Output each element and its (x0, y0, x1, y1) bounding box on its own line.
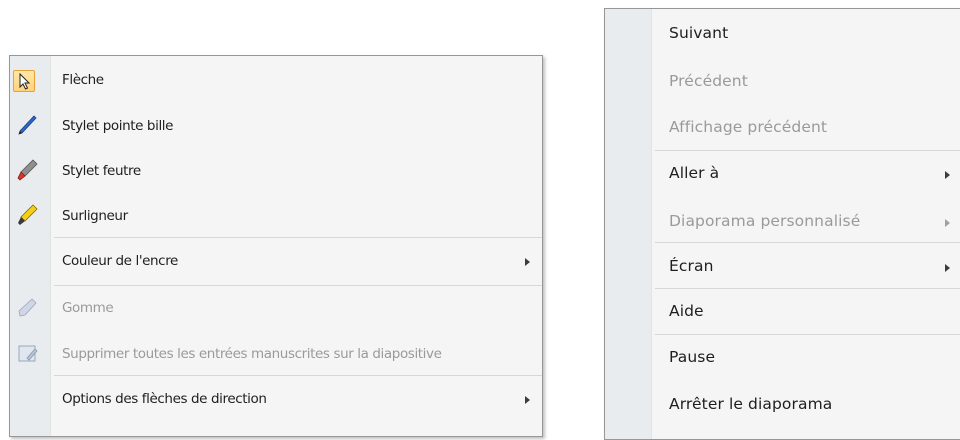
slideshow-context-menu: Suivant Précédent Affichage précédent Al… (604, 8, 960, 440)
submenu-arrow-icon (945, 219, 950, 227)
menu-item-last-viewed[interactable]: Affichage précédent (605, 114, 960, 144)
submenu-arrow-icon (525, 258, 530, 266)
menu-item-ink-color[interactable]: Couleur de l'encre (10, 247, 542, 277)
arrow-pointer-icon (19, 72, 31, 90)
highlighter-icon (18, 204, 38, 225)
menu-item-arrow[interactable]: Flèche (10, 66, 542, 96)
menu-item-label: Pause (669, 348, 716, 366)
menu-item-go-to[interactable]: Aller à (605, 160, 960, 190)
submenu-arrow-icon (945, 171, 950, 179)
menu-item-eraser[interactable]: Gomme (10, 294, 542, 324)
menu-separator (54, 375, 542, 376)
menu-item-label: Arrêter le diaporama (669, 395, 833, 413)
menu-item-label: Supprimer toutes les entrées manuscrites… (62, 346, 442, 362)
menu-item-pause[interactable]: Pause (605, 344, 960, 374)
submenu-arrow-icon (525, 396, 530, 404)
menu-item-label: Écran (669, 257, 714, 275)
menu-item-arrow-options[interactable]: Options des flèches de direction (10, 385, 542, 415)
menu-item-label: Précédent (669, 72, 748, 90)
menu-item-next[interactable]: Suivant (605, 20, 960, 50)
pen-context-menu: Flèche Stylet pointe bille Stylet feutre… (9, 55, 543, 437)
submenu-arrow-icon (945, 264, 950, 272)
menu-item-highlighter[interactable]: Surligneur (10, 202, 542, 232)
menu-item-screen[interactable]: Écran (605, 253, 960, 283)
menu-item-label: Couleur de l'encre (62, 253, 178, 269)
erase-all-ink-icon (18, 345, 38, 362)
menu-item-label: Diaporama personnalisé (669, 212, 861, 230)
menu-item-previous[interactable]: Précédent (605, 68, 960, 98)
menu-separator (655, 288, 960, 289)
menu-item-label: Surligneur (62, 208, 128, 224)
menu-item-label: Gomme (62, 300, 114, 316)
ballpoint-pen-icon (18, 115, 37, 135)
menu-item-label: Options des flèches de direction (62, 391, 267, 407)
felt-tip-pen-icon (17, 159, 38, 181)
menu-item-label: Stylet feutre (62, 163, 141, 179)
menu-item-erase-all-ink[interactable]: Supprimer toutes les entrées manuscrites… (10, 340, 542, 370)
menu-item-label: Affichage précédent (669, 118, 828, 136)
eraser-icon (18, 298, 37, 317)
menu-item-help[interactable]: Aide (605, 298, 960, 328)
menu-item-custom-show[interactable]: Diaporama personnalisé (605, 208, 960, 238)
menu-item-label: Stylet pointe bille (62, 118, 174, 134)
menu-item-label: Aide (669, 302, 704, 320)
menu-item-label: Aller à (669, 164, 720, 182)
menu-item-ballpoint-pen[interactable]: Stylet pointe bille (10, 112, 542, 142)
menu-item-label: Flèche (62, 72, 104, 88)
menu-separator (655, 150, 960, 151)
menu-separator (655, 334, 960, 335)
menu-separator (54, 285, 542, 286)
menu-separator (54, 237, 542, 238)
menu-separator (655, 242, 960, 243)
menu-item-label: Suivant (669, 24, 729, 42)
menu-item-felt-tip-pen[interactable]: Stylet feutre (10, 157, 542, 187)
menu-item-end-show[interactable]: Arrêter le diaporama (605, 391, 960, 421)
